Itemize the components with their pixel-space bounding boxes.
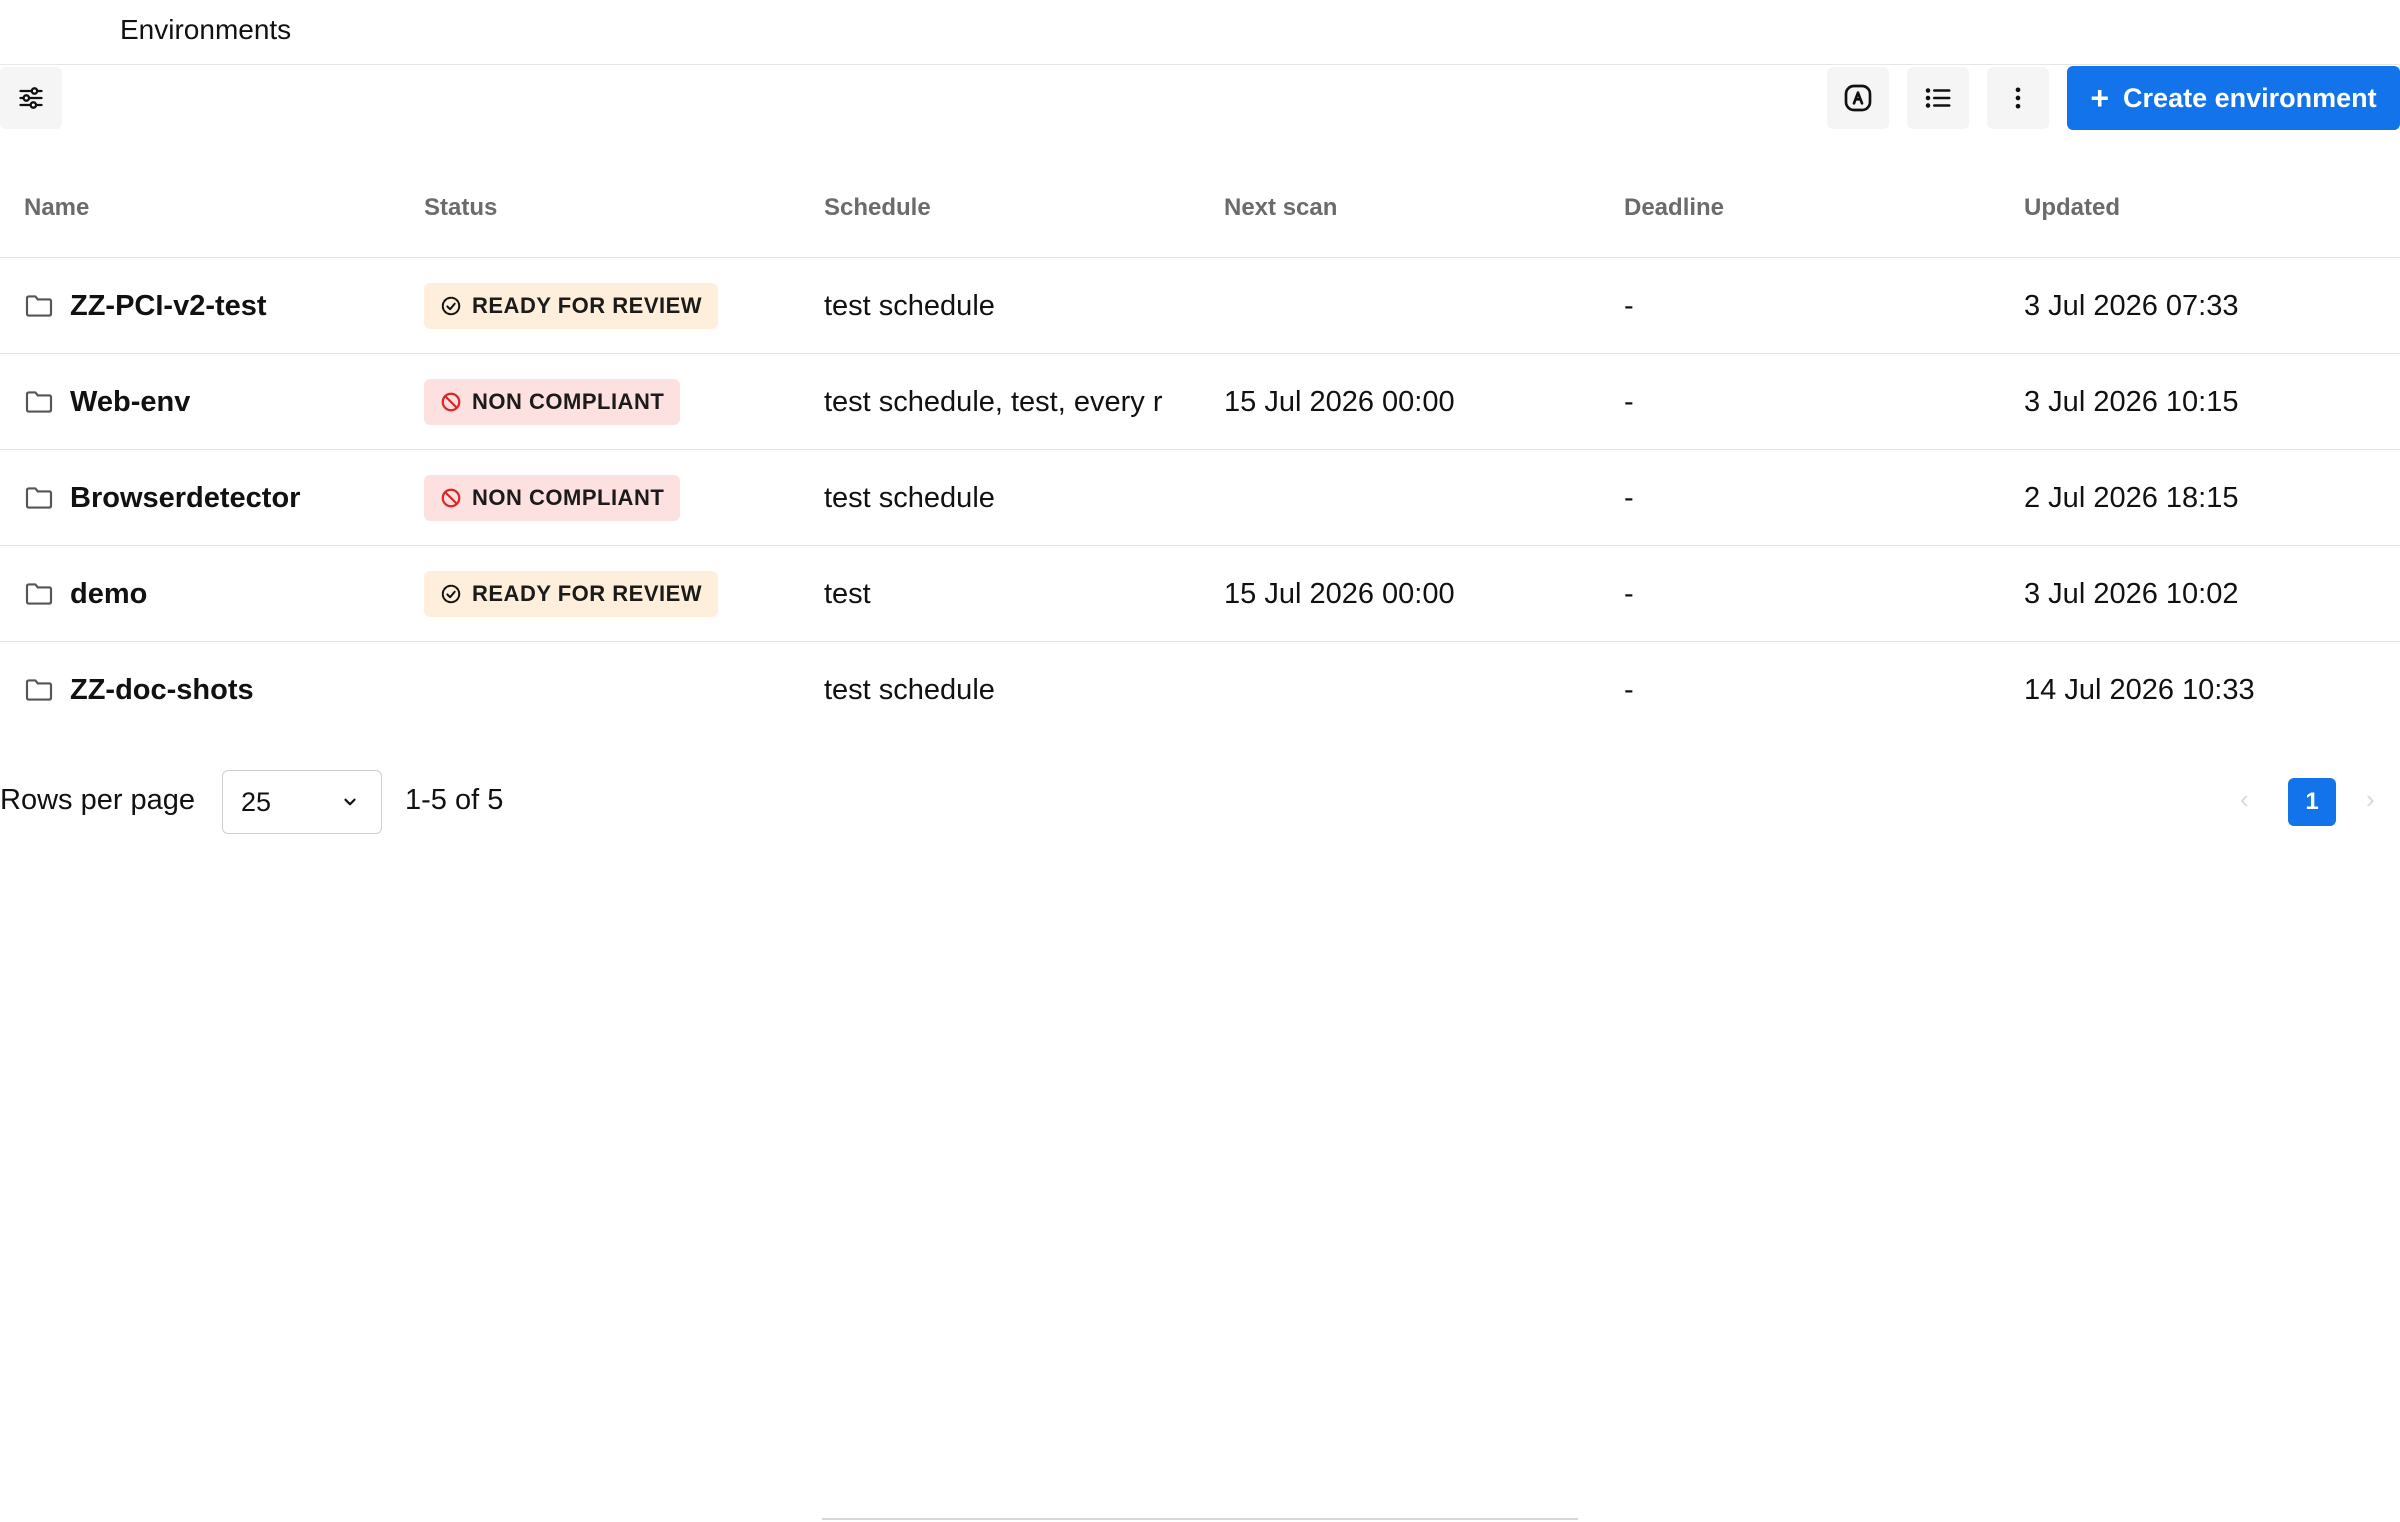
folder-icon <box>25 679 53 701</box>
list-view-button[interactable] <box>1907 67 1969 129</box>
auto-badge-icon <box>1844 84 1872 112</box>
deadline-cell: - <box>1624 385 1634 418</box>
folder-icon <box>25 295 53 317</box>
more-options-button[interactable] <box>1987 67 2049 129</box>
status-badge: NON COMPLIANT <box>424 475 681 521</box>
rows-per-page-label: Rows per page <box>0 784 196 816</box>
pagination: Rows per page 25 1-5 of 5 ‹ 1 › <box>0 770 2400 834</box>
updated-cell: 3 Jul 2026 10:02 <box>2024 577 2239 610</box>
status-badge: NON COMPLIANT <box>424 379 681 425</box>
table-row[interactable]: ZZ-PCI-v2-test READY FOR REVIEW test sch… <box>0 258 2400 354</box>
environment-name[interactable]: Browserdetector <box>70 482 300 515</box>
updated-cell: 3 Jul 2026 07:33 <box>2024 289 2239 322</box>
updated-cell: 3 Jul 2026 10:15 <box>2024 385 2239 418</box>
folder-icon <box>25 391 53 413</box>
environment-name[interactable]: ZZ-PCI-v2-test <box>70 290 267 323</box>
next-scan-cell: 15 Jul 2026 00:00 <box>1224 385 1455 418</box>
column-header-status[interactable]: Status <box>424 194 497 222</box>
more-vertical-icon <box>2015 87 2021 109</box>
table-row[interactable]: demo READY FOR REVIEW test 15 Jul 2026 0… <box>0 546 2400 642</box>
sliders-icon <box>19 87 43 109</box>
table-row[interactable]: ZZ-doc-shots test schedule - 14 Jul 2026… <box>0 642 2400 738</box>
name-cell[interactable]: Web-env <box>24 354 190 450</box>
next-scan-cell: 15 Jul 2026 00:00 <box>1224 577 1455 610</box>
status-cell: READY FOR REVIEW <box>424 258 719 354</box>
schedule-cell: test schedule <box>824 289 995 322</box>
deadline-cell: - <box>1624 481 1634 514</box>
check-badge-icon <box>441 296 461 316</box>
environment-name[interactable]: Web-env <box>70 386 190 419</box>
create-environment-button[interactable]: + Create environment <box>2067 66 2400 130</box>
status-label: READY FOR REVIEW <box>472 293 703 318</box>
table-row[interactable]: Browserdetector NON COMPLIANT test sched… <box>0 450 2400 546</box>
page-title: Environments <box>120 14 292 45</box>
column-header-updated[interactable]: Updated <box>2024 194 2120 222</box>
deadline-cell: - <box>1624 673 1634 706</box>
next-page-icon[interactable]: › <box>2366 784 2375 815</box>
name-cell[interactable]: Browserdetector <box>24 450 300 546</box>
environments-table: Name Status Schedule Next scan Deadline … <box>0 162 2400 738</box>
schedule-cell: test schedule <box>824 673 995 706</box>
page-button-current[interactable]: 1 <box>2288 778 2336 826</box>
list-icon <box>1925 88 1951 108</box>
page-header: Environments <box>0 0 2400 65</box>
deadline-cell: - <box>1624 577 1634 610</box>
column-header-name[interactable]: Name <box>24 194 89 222</box>
schedule-cell: test <box>824 577 871 610</box>
schedule-cell: test schedule <box>824 481 995 514</box>
previous-page-icon[interactable]: ‹ <box>2240 784 2249 815</box>
status-label: NON COMPLIANT <box>472 389 665 414</box>
folder-icon <box>25 487 53 509</box>
plus-icon: + <box>2090 80 2110 116</box>
column-header-schedule[interactable]: Schedule <box>824 194 931 222</box>
name-cell[interactable]: ZZ-doc-shots <box>24 642 254 738</box>
column-header-deadline[interactable]: Deadline <box>1624 194 1724 222</box>
table-header: Name Status Schedule Next scan Deadline … <box>0 162 2400 258</box>
environment-name[interactable]: ZZ-doc-shots <box>70 674 254 707</box>
pagination-range: 1-5 of 5 <box>405 784 504 816</box>
create-environment-label: Create environment <box>2123 82 2377 113</box>
status-cell: NON COMPLIANT <box>424 354 681 450</box>
table-body: ZZ-PCI-v2-test READY FOR REVIEW test sch… <box>0 258 2400 738</box>
folder-icon <box>25 583 53 605</box>
blocked-icon <box>441 488 461 508</box>
updated-cell: 14 Jul 2026 10:33 <box>2024 673 2255 706</box>
chevron-down-icon <box>344 798 356 806</box>
toolbar: + Create environment <box>0 65 2400 131</box>
status-badge: READY FOR REVIEW <box>424 571 719 617</box>
status-cell: NON COMPLIANT <box>424 450 681 546</box>
horizontal-scrollbar[interactable] <box>822 1518 1578 1520</box>
column-header-next-scan[interactable]: Next scan <box>1224 194 1337 222</box>
status-label: NON COMPLIANT <box>472 485 665 510</box>
status-label: READY FOR REVIEW <box>472 581 703 606</box>
deadline-cell: - <box>1624 289 1634 322</box>
name-cell[interactable]: demo <box>24 546 147 642</box>
blocked-icon <box>441 392 461 412</box>
auto-view-button[interactable] <box>1827 67 1889 129</box>
table-row[interactable]: Web-env NON COMPLIANT test schedule, tes… <box>0 354 2400 450</box>
environment-name[interactable]: demo <box>70 578 147 611</box>
updated-cell: 2 Jul 2026 18:15 <box>2024 481 2239 514</box>
filter-button[interactable] <box>0 67 62 129</box>
status-cell: READY FOR REVIEW <box>424 546 719 642</box>
rows-per-page-select[interactable]: 25 <box>222 770 382 834</box>
name-cell[interactable]: ZZ-PCI-v2-test <box>24 258 267 354</box>
rows-per-page-value: 25 <box>241 786 272 817</box>
check-badge-icon <box>441 584 461 604</box>
schedule-cell: test schedule, test, every r <box>824 385 1163 418</box>
status-badge: READY FOR REVIEW <box>424 283 719 329</box>
